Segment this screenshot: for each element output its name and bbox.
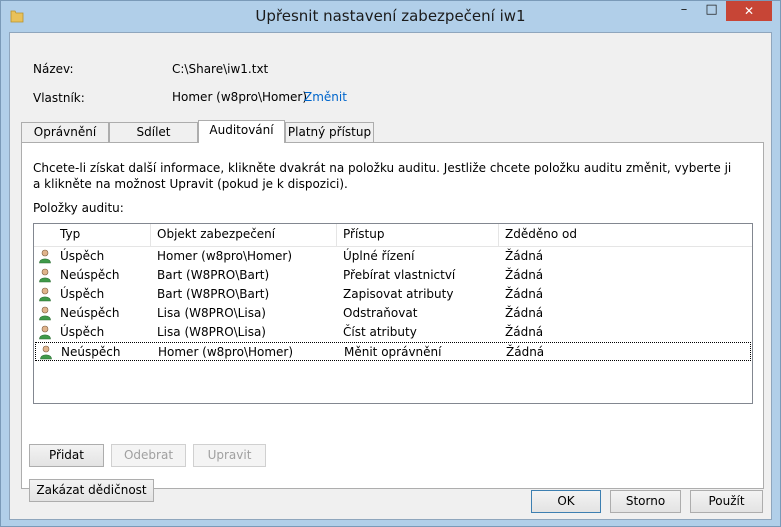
column-header-type[interactable]: Typ (34, 224, 151, 246)
table-row[interactable]: Neúspěch Lisa (W8PRO\Lisa) Odstraňovat Žádn… (35, 304, 751, 323)
cell-access: Číst atributy (343, 325, 417, 339)
window-title: Upřesnit nastavení zabezpečení iw1 (255, 7, 526, 25)
user-icon (40, 345, 52, 360)
cell-principal: Homer (w8pro\Homer) (157, 249, 293, 263)
tab-permissions[interactable]: Oprávnění (21, 122, 109, 142)
cell-principal: Lisa (W8PRO\Lisa) (157, 325, 266, 339)
column-header-inherited[interactable]: Zděděno od (499, 224, 752, 246)
apply-button[interactable]: Použít (690, 490, 763, 513)
user-icon (39, 268, 51, 283)
tab-share[interactable]: Sdílet (109, 122, 198, 142)
table-row[interactable]: Neúspěch Homer (w8pro\Homer) Měnit oprávně… (35, 342, 751, 361)
close-icon[interactable]: ✕ (726, 1, 772, 21)
user-icon (39, 325, 51, 340)
cell-type: Neúspěch (61, 345, 121, 359)
cell-principal: Homer (w8pro\Homer) (158, 345, 294, 359)
table-row[interactable]: Úspěch Lisa (W8PRO\Lisa) Číst atributy Žádn… (35, 323, 751, 342)
audit-entries-list[interactable]: Typ Objekt zabezpečení Přístup Zděděno o… (33, 223, 753, 404)
minimize-icon[interactable]: – (670, 1, 698, 21)
cancel-button[interactable]: Storno (610, 490, 681, 513)
cell-inherited: Žádná (505, 287, 544, 301)
table-row[interactable]: Úspěch Homer (w8pro\Homer) Úplné řízení Žád… (35, 247, 751, 266)
table-row[interactable]: Úspěch Bart (W8PRO\Bart) Zapisovat atribut… (35, 285, 751, 304)
cell-principal: Bart (W8PRO\Bart) (157, 268, 270, 282)
edit-button[interactable]: Upravit (193, 444, 266, 467)
cell-principal: Bart (W8PRO\Bart) (157, 287, 270, 301)
name-label: Název: (33, 62, 74, 76)
column-header-principal[interactable]: Objekt zabezpečení (151, 224, 337, 246)
column-header-access[interactable]: Přístup (337, 224, 499, 246)
client-area: Název: C:\Share\iw1.txt Vlastník: Homer … (9, 32, 772, 520)
cell-access: Přebírat vlastnictví (343, 268, 456, 282)
auditing-description: Chcete-li získat další informace, klikně… (33, 161, 732, 191)
cell-access: Zapisovat atributy (343, 287, 454, 301)
cell-inherited: Žádná (505, 249, 544, 263)
cell-type: Úspěch (60, 325, 105, 339)
cell-inherited: Žádná (505, 325, 544, 339)
user-icon (39, 249, 51, 264)
cell-type: Neúspěch (60, 306, 120, 320)
cell-inherited: Žádná (506, 345, 545, 359)
ok-button[interactable]: OK (531, 490, 601, 513)
add-button[interactable]: Přidat (29, 444, 104, 467)
table-row[interactable]: Neúspěch Bart (W8PRO\Bart) Přebírat vlastn… (35, 266, 751, 285)
user-icon (39, 287, 51, 302)
list-header: Typ Objekt zabezpečení Přístup Zděděno o… (34, 224, 752, 247)
cell-access: Odstraňovat (343, 306, 418, 320)
audit-entries-label: Položky auditu: (33, 201, 124, 215)
remove-button[interactable]: Odebrat (111, 444, 186, 467)
cell-type: Neúspěch (60, 268, 120, 282)
owner-value: Homer (w8pro\Homer) (172, 90, 308, 104)
change-owner-link[interactable]: Změnit (304, 90, 347, 104)
cell-access: Měnit oprávnění (344, 345, 442, 359)
disable-inheritance-button[interactable]: Zakázat dědičnost (29, 479, 154, 502)
cell-inherited: Žádná (505, 268, 544, 282)
user-icon (39, 306, 51, 321)
title-bar[interactable]: Upřesnit nastavení zabezpečení iw1 – □ ✕ (1, 1, 780, 32)
cell-principal: Lisa (W8PRO\Lisa) (157, 306, 266, 320)
auditing-panel: Chcete-li získat další informace, klikně… (21, 142, 764, 502)
cell-inherited: Žádná (505, 306, 544, 320)
cell-type: Úspěch (60, 287, 105, 301)
cell-access: Úplné řízení (343, 249, 415, 263)
dialog-window: Upřesnit nastavení zabezpečení iw1 – □ ✕… (0, 0, 781, 527)
owner-label: Vlastník: (33, 91, 85, 105)
cell-type: Úspěch (60, 249, 105, 263)
tab-effective-access[interactable]: Platný přístup (285, 122, 374, 142)
name-value: C:\Share\iw1.txt (172, 62, 269, 76)
tab-auditing[interactable]: Auditování (198, 120, 285, 143)
maximize-icon[interactable]: □ (698, 1, 725, 21)
